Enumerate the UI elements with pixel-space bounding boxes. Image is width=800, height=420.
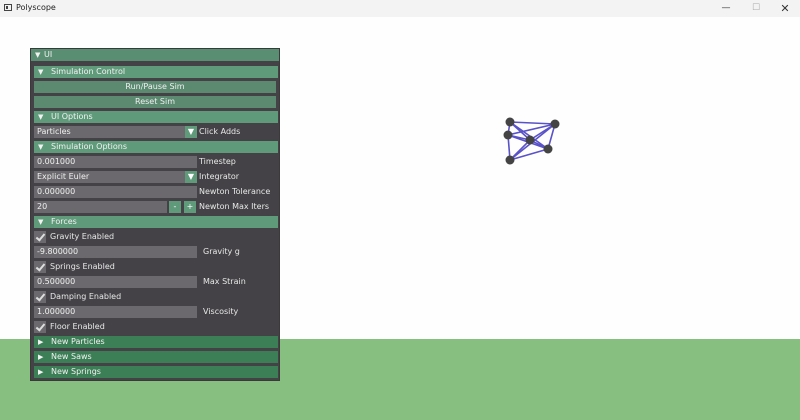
timestep-label: Timestep [199,157,236,166]
max-strain-input[interactable]: 0.500000 [34,276,197,288]
simulation-options-header[interactable]: ▼ Simulation Options [34,141,278,153]
chevron-down-icon: ▼ [38,68,44,76]
increment-button[interactable]: + [184,201,196,213]
particle [505,155,515,165]
particle [505,117,515,127]
viscosity-input[interactable]: 1.000000 [34,306,197,318]
dropdown-arrow-icon: ▼ [185,126,197,138]
chevron-right-icon: ▶ [38,368,44,376]
new-saws-header[interactable]: ▶ New Saws [34,351,278,363]
window-title: Polyscope [16,3,56,12]
newton-max-iters-input[interactable]: 20 [34,201,167,213]
gravity-label: Gravity g [203,247,240,256]
particle [543,144,553,154]
particle [550,119,560,129]
gravity-enabled-label: Gravity Enabled [50,232,115,241]
chevron-down-icon: ▼ [35,51,41,59]
click-adds-label: Click Adds [199,127,241,136]
newton-tolerance-input[interactable]: 0.000000 [34,186,197,198]
chevron-down-icon: ▼ [38,218,44,226]
chevron-right-icon: ▶ [38,353,44,361]
damping-enabled-label: Damping Enabled [50,292,122,301]
springs-enabled-label: Springs Enabled [50,262,115,271]
integrator-select[interactable]: Explicit Euler ▼ [34,171,197,183]
max-strain-label: Max Strain [203,277,246,286]
ui-header[interactable]: ▼ UI [31,49,279,61]
spring-mesh[interactable] [500,114,564,170]
close-button[interactable]: ✕ [771,0,799,17]
decrement-button[interactable]: - [169,201,181,213]
minimize-button[interactable]: — [712,0,740,17]
integrator-label: Integrator [199,172,240,181]
forces-header[interactable]: ▼ Forces [34,216,278,228]
chevron-down-icon: ▼ [38,143,44,151]
particle [525,135,535,145]
dropdown-arrow-icon: ▼ [185,171,197,183]
ui-panel: ▼ UI ▼ Simulation Control Run/Pause Sim … [30,48,280,381]
particle [503,130,513,140]
chevron-down-icon: ▼ [38,113,44,121]
floor-enabled-checkbox[interactable] [34,321,46,333]
damping-enabled-checkbox[interactable] [34,291,46,303]
click-adds-select[interactable]: Particles ▼ [34,126,197,138]
maximize-button[interactable]: ☐ [742,0,770,17]
timestep-input[interactable]: 0.001000 [34,156,197,168]
gravity-enabled-checkbox[interactable] [34,231,46,243]
newton-max-iters-label: Newton Max Iters [199,202,270,211]
ui-options-header[interactable]: ▼ UI Options [34,111,278,123]
reset-sim-button[interactable]: Reset Sim [34,96,276,108]
viscosity-label: Viscosity [203,307,239,316]
gravity-input[interactable]: -9.800000 [34,246,197,258]
chevron-right-icon: ▶ [38,338,44,346]
app-icon [4,4,12,11]
newton-tolerance-label: Newton Tolerance [199,187,271,196]
new-particles-header[interactable]: ▶ New Particles [34,336,278,348]
simulation-control-header[interactable]: ▼ Simulation Control [34,66,278,78]
title-bar: Polyscope — ☐ ✕ [0,0,800,17]
run-pause-button[interactable]: Run/Pause Sim [34,81,276,93]
new-springs-header[interactable]: ▶ New Springs [34,366,278,378]
springs-enabled-checkbox[interactable] [34,261,46,273]
floor-enabled-label: Floor Enabled [50,322,105,331]
